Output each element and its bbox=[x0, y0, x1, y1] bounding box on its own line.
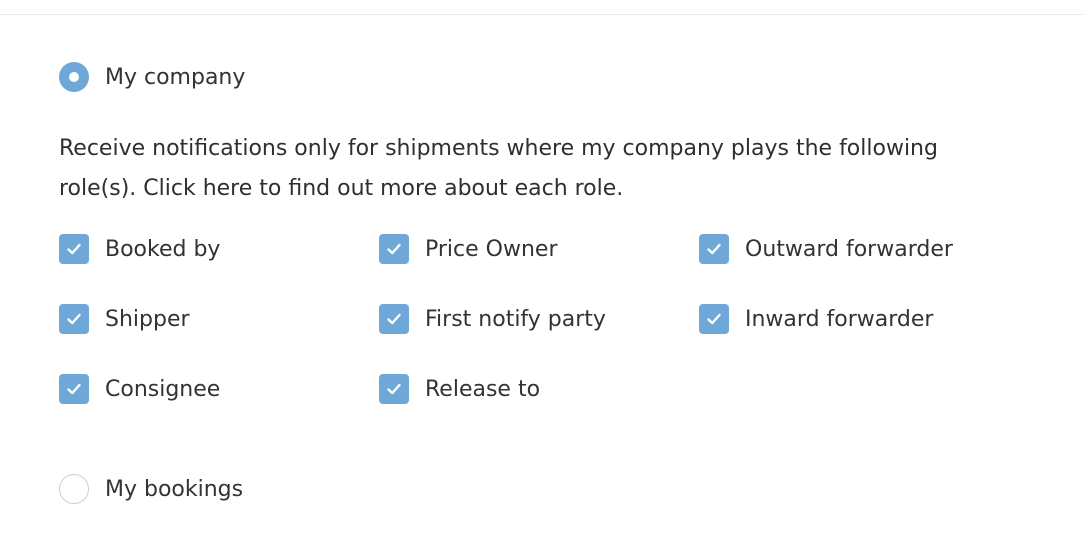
role-label: Consignee bbox=[105, 376, 221, 402]
checkmark-icon[interactable] bbox=[59, 374, 89, 404]
role-label: First notify party bbox=[425, 306, 606, 332]
role-checkbox-group: Booked by Price Owner Outward forwarder … bbox=[59, 234, 1019, 414]
role-label: Price Owner bbox=[425, 236, 558, 262]
role-first-notify-party[interactable]: First notify party bbox=[379, 304, 606, 334]
radio-unselected-icon[interactable] bbox=[59, 474, 89, 504]
checkmark-icon[interactable] bbox=[59, 304, 89, 334]
roles-description: Receive notifications only for shipments… bbox=[59, 136, 938, 201]
my-bookings-label: My bookings bbox=[105, 476, 244, 502]
checkmark-icon[interactable] bbox=[59, 234, 89, 264]
role-label: Outward forwarder bbox=[745, 236, 953, 262]
role-release-to[interactable]: Release to bbox=[379, 374, 540, 404]
role-label: Release to bbox=[425, 376, 541, 402]
checkmark-icon[interactable] bbox=[699, 234, 729, 264]
radio-selected-icon[interactable] bbox=[59, 62, 89, 92]
role-booked-by[interactable]: Booked by bbox=[59, 234, 220, 264]
role-label: Shipper bbox=[105, 306, 190, 332]
checkmark-icon[interactable] bbox=[379, 304, 409, 334]
role-consignee[interactable]: Consignee bbox=[59, 374, 220, 404]
checkmark-icon[interactable] bbox=[379, 234, 409, 264]
role-label: Inward forwarder bbox=[745, 306, 934, 332]
role-label: Booked by bbox=[105, 236, 221, 262]
my-company-option[interactable]: My company bbox=[59, 62, 245, 92]
my-company-label: My company bbox=[105, 64, 246, 90]
role-shipper[interactable]: Shipper bbox=[59, 304, 190, 334]
my-bookings-option[interactable]: My bookings bbox=[59, 474, 243, 504]
checkmark-icon[interactable] bbox=[379, 374, 409, 404]
role-outward-forwarder[interactable]: Outward forwarder bbox=[699, 234, 953, 264]
role-price-owner[interactable]: Price Owner bbox=[379, 234, 558, 264]
checkmark-icon[interactable] bbox=[699, 304, 729, 334]
top-divider bbox=[0, 14, 1084, 15]
role-inward-forwarder[interactable]: Inward forwarder bbox=[699, 304, 933, 334]
